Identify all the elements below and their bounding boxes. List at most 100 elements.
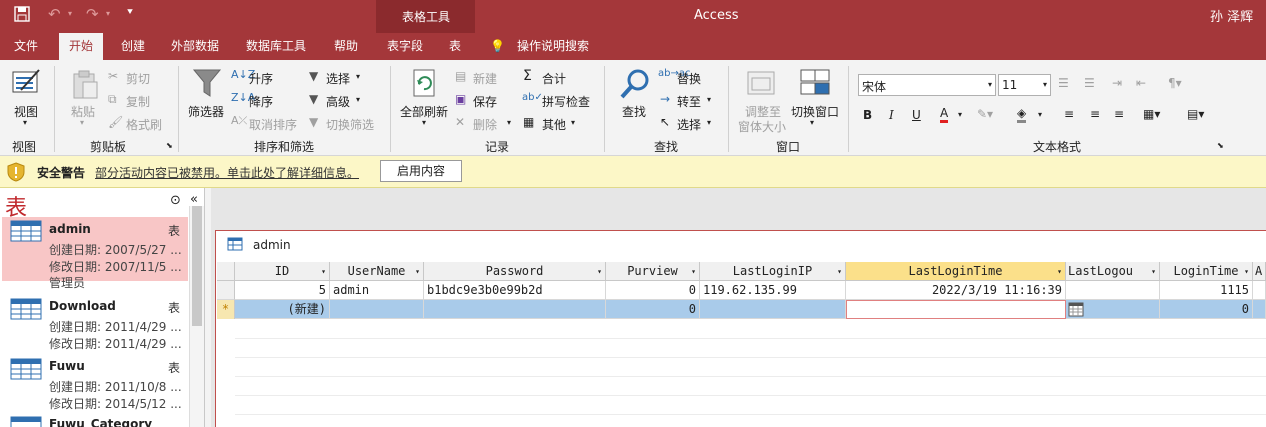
nav-scrollbar-thumb[interactable] — [192, 206, 202, 326]
undo-icon[interactable]: ↶ — [48, 5, 61, 23]
cell-lastlogout-new[interactable] — [1066, 300, 1160, 319]
column-filter-icon[interactable]: ▾ — [1151, 262, 1156, 280]
select-all-corner[interactable] — [217, 262, 235, 281]
cell-password[interactable]: b1bdc9e3b0e99b2d — [424, 281, 606, 300]
tab-external-data[interactable]: 外部数据 — [171, 33, 219, 60]
font-size-select[interactable]: 11 ▾ — [998, 74, 1051, 96]
toggle-filter-button[interactable]: 切换筛选 — [326, 116, 374, 133]
totals-button[interactable]: 合计 — [542, 70, 566, 87]
spelling-button[interactable]: 拼写检查 — [542, 93, 590, 110]
column-filter-icon[interactable]: ▾ — [321, 262, 326, 280]
date-picker-icon[interactable] — [1068, 301, 1084, 318]
alternate-row-color-icon[interactable]: ▤▾ — [1187, 107, 1204, 121]
tab-help[interactable]: 帮助 — [334, 33, 358, 60]
customize-qat-icon[interactable]: ⯆ — [126, 7, 134, 18]
nav-item-fuwu[interactable]: Fuwu 表 创建日期: 2011/10/8 ... 修改日期: 2014/5/… — [2, 354, 188, 411]
column-header-lastlogout[interactable]: LastLogou ▾ — [1066, 262, 1160, 281]
nav-scrollbar[interactable] — [189, 206, 204, 427]
cell-a-new[interactable] — [1253, 300, 1266, 319]
italic-button[interactable]: I — [889, 108, 894, 122]
cell-lastloginip-new[interactable] — [700, 300, 846, 319]
bold-button[interactable]: B — [863, 108, 872, 122]
sort-descending-button[interactable]: 降序 — [249, 93, 273, 110]
redo-dropdown-icon[interactable]: ▾ — [106, 9, 110, 18]
more-button[interactable]: 其他 — [542, 116, 566, 133]
font-color-dropdown-icon[interactable]: ▾ — [958, 110, 962, 119]
goto-button[interactable]: 转至 — [677, 93, 701, 110]
new-record-button[interactable]: 新建 — [473, 70, 497, 87]
align-center-icon[interactable]: ≡ — [1090, 107, 1100, 121]
row-selector[interactable] — [217, 281, 235, 300]
tell-me-search[interactable]: 操作说明搜索 — [517, 33, 589, 60]
document-tab-title[interactable]: admin — [253, 238, 291, 252]
goto-dropdown-icon[interactable]: ▾ — [707, 95, 711, 104]
filter-button[interactable]: 筛选器 — [188, 103, 224, 120]
switch-windows-button[interactable]: 切换窗口 — [791, 103, 839, 120]
nav-collapse-icon[interactable]: « — [190, 192, 198, 207]
sort-ascending-button[interactable]: 升序 — [249, 70, 273, 87]
background-color-dropdown-icon[interactable]: ▾ — [1038, 110, 1042, 119]
undo-dropdown-icon[interactable]: ▾ — [68, 9, 72, 18]
column-header-lastlogintime[interactable]: LastLoginTime ▾ — [846, 262, 1066, 281]
column-filter-icon[interactable]: ▾ — [415, 262, 420, 280]
column-header-id[interactable]: ID ▾ — [235, 262, 330, 281]
decrease-indent-icon[interactable]: ⇤ — [1136, 76, 1146, 90]
background-color-icon[interactable]: ◈ — [1017, 106, 1027, 123]
find-button[interactable]: 查找 — [622, 103, 646, 120]
cell-lastlogintime[interactable]: 2022/3/19 11:16:39 — [846, 281, 1066, 300]
column-header-purview[interactable]: Purview ▾ — [606, 262, 700, 281]
column-header-a[interactable]: A — [1253, 262, 1266, 281]
select-dropdown-icon[interactable]: ▾ — [707, 118, 711, 127]
cell-id-new[interactable]: (新建) — [235, 300, 330, 319]
advanced-button[interactable]: 高级 — [326, 93, 350, 110]
refresh-dropdown-icon[interactable]: ▾ — [422, 118, 426, 127]
column-filter-icon[interactable]: ▾ — [597, 262, 602, 280]
column-filter-icon[interactable]: ▾ — [691, 262, 696, 280]
clear-sort-button[interactable]: 取消排序 — [249, 116, 297, 133]
advanced-dropdown-icon[interactable]: ▾ — [356, 95, 360, 104]
cut-button[interactable]: 剪切 — [126, 70, 150, 87]
save-record-button[interactable]: 保存 — [473, 93, 497, 110]
cell-username[interactable]: admin — [330, 281, 424, 300]
selection-dropdown-icon[interactable]: ▾ — [356, 72, 360, 81]
cell-logintime-new[interactable]: 0 — [1160, 300, 1253, 319]
cell-username-new[interactable] — [330, 300, 424, 319]
format-painter-button[interactable]: 格式刷 — [126, 116, 162, 133]
column-header-password[interactable]: Password ▾ — [424, 262, 606, 281]
font-color-icon[interactable]: A — [940, 106, 949, 123]
paragraph-direction-icon[interactable]: ¶▾ — [1168, 76, 1182, 90]
column-filter-icon[interactable]: ▾ — [1244, 262, 1249, 280]
redo-icon[interactable]: ↷ — [86, 5, 99, 23]
cell-id[interactable]: 5 — [235, 281, 330, 300]
user-name[interactable]: 孙 泽辉 — [1210, 6, 1253, 25]
delete-record-button[interactable]: 删除 — [473, 116, 497, 133]
cell-purview[interactable]: 0 — [606, 281, 700, 300]
text-format-launcher-icon[interactable]: ⬊ — [1217, 141, 1224, 150]
tab-create[interactable]: 创建 — [121, 33, 145, 60]
column-header-logintime[interactable]: LoginTime ▾ — [1160, 262, 1253, 281]
nav-item-download[interactable]: Download 表 创建日期: 2011/4/29 ... 修改日期: 201… — [2, 294, 188, 351]
cell-logintime[interactable]: 1115 — [1160, 281, 1253, 300]
delete-dropdown-icon[interactable]: ▾ — [507, 118, 511, 127]
select-button[interactable]: 选择 — [677, 116, 701, 133]
cell-password-new[interactable] — [424, 300, 606, 319]
tab-file[interactable]: 文件 — [14, 33, 38, 60]
view-dropdown-icon[interactable]: ▾ — [23, 118, 27, 127]
numbering-icon[interactable]: ☰ — [1084, 76, 1095, 90]
column-header-lastloginip[interactable]: LastLoginIP ▾ — [700, 262, 846, 281]
warning-message-link[interactable]: 部分活动内容已被禁用。单击此处了解详细信息。 — [95, 164, 359, 181]
cell-purview-new[interactable]: 0 — [606, 300, 700, 319]
tab-table[interactable]: 表 — [449, 33, 461, 60]
new-row-selector[interactable]: * — [217, 300, 235, 319]
nav-item-fuwu-category[interactable]: Fuwu_Category — [2, 414, 188, 427]
tab-table-fields[interactable]: 表字段 — [387, 33, 423, 60]
nav-item-admin[interactable]: admin 表 创建日期: 2007/5/27 ... 修改日期: 2007/1… — [2, 217, 188, 290]
enable-content-button[interactable]: 启用内容 — [380, 160, 462, 182]
column-filter-icon[interactable]: ▾ — [1057, 262, 1062, 280]
save-icon[interactable] — [14, 6, 30, 25]
replace-button[interactable]: 替换 — [677, 70, 701, 87]
increase-indent-icon[interactable]: ⇥ — [1112, 76, 1122, 90]
paste-dropdown-icon[interactable]: ▾ — [80, 118, 84, 127]
cell-lastlogintime-new-active[interactable] — [846, 300, 1066, 319]
align-left-icon[interactable]: ≡ — [1064, 107, 1074, 121]
